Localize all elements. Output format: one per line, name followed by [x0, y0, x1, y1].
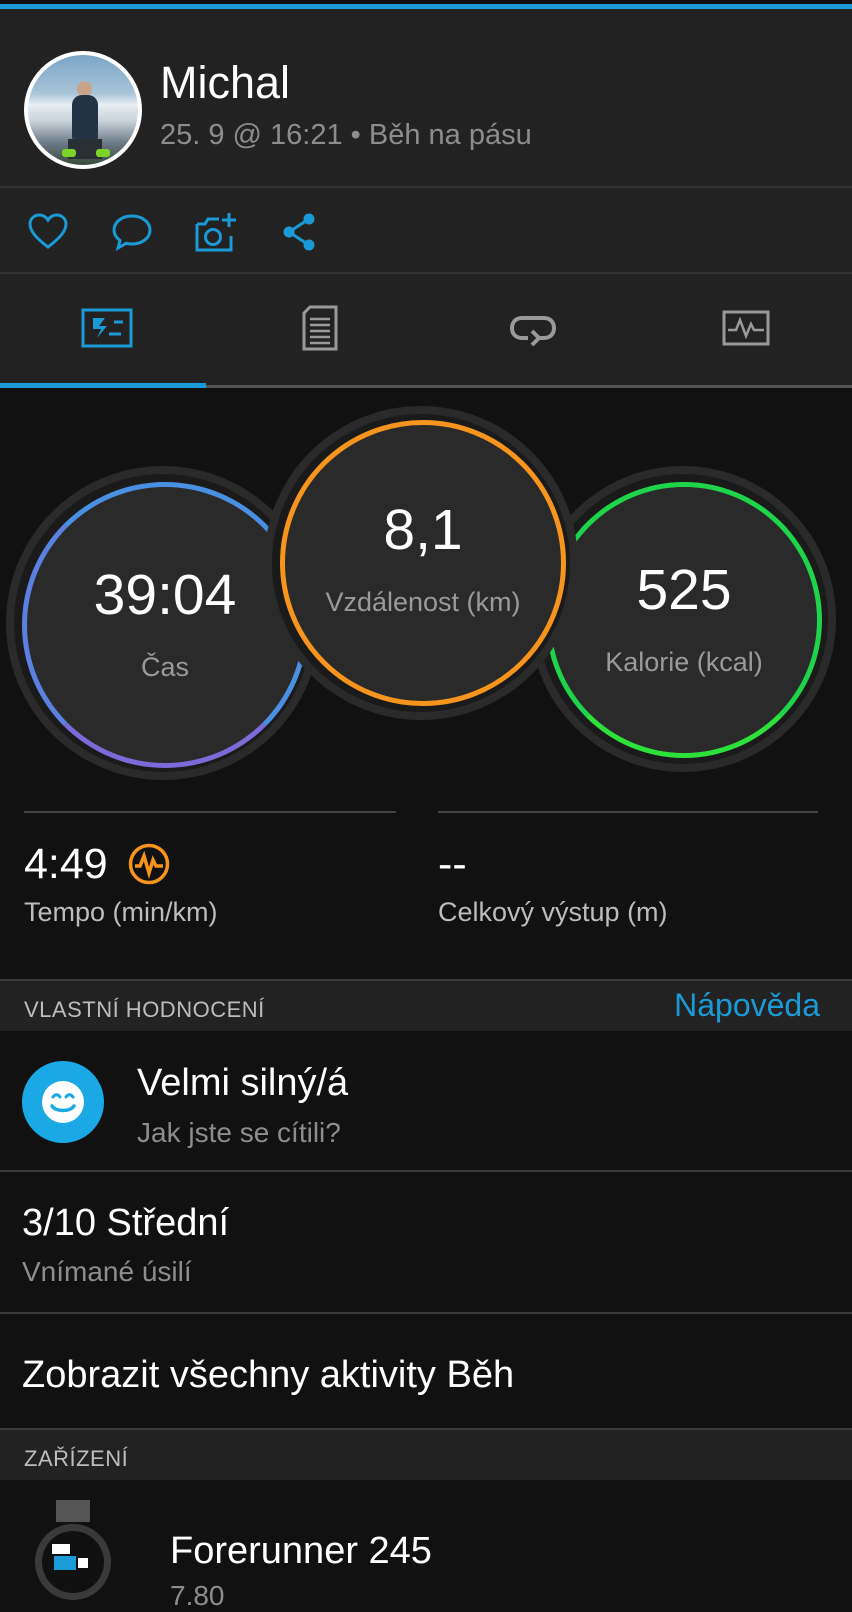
calories-label: Kalorie (kcal) [605, 647, 763, 677]
stat-divider [24, 811, 396, 813]
add-photo-icon[interactable] [193, 210, 239, 256]
time-circle: 39:04 Čas [22, 482, 308, 768]
stat-divider [438, 811, 818, 813]
device-version: 7.80 [170, 1580, 225, 1611]
pace-label: Tempo (min/km) [24, 897, 218, 927]
action-bar [0, 188, 852, 272]
view-all-activities-link[interactable]: Zobrazit všechny aktivity Běh [22, 1354, 514, 1397]
effort-subtitle: Vnímané úsilí [22, 1256, 192, 1287]
ascent-label: Celkový výstup (m) [438, 897, 668, 927]
share-icon[interactable] [278, 210, 324, 256]
tab-charts[interactable] [639, 274, 852, 382]
user-name: Michal [160, 57, 291, 108]
tab-bar [0, 274, 852, 386]
help-link[interactable]: Nápověda [674, 987, 820, 1024]
divider [0, 1312, 852, 1314]
calories-circle: 525 Kalorie (kcal) [546, 482, 822, 758]
tab-overview[interactable] [0, 274, 213, 382]
feeling-title[interactable]: Velmi silný/á [137, 1062, 348, 1105]
tab-laps[interactable] [426, 274, 639, 382]
ascent-value: -- [438, 840, 467, 888]
effort-title[interactable]: 3/10 Střední [22, 1202, 229, 1245]
comment-icon[interactable] [110, 210, 156, 256]
tab-indicator [0, 383, 206, 388]
activity-header: Michal 25. 9 @ 16:21 • Běh na pásu [0, 9, 852, 187]
pace-value: 4:49 [24, 840, 108, 888]
heart-rate-icon[interactable] [127, 842, 171, 891]
document-icon [302, 305, 337, 351]
distance-circle: 8,1 Vzdálenost (km) [280, 420, 566, 706]
heart-icon[interactable] [26, 210, 72, 256]
chart-icon [722, 310, 769, 346]
divider [0, 1170, 852, 1172]
avatar[interactable] [24, 51, 142, 169]
smile-icon[interactable] [22, 1061, 104, 1143]
avatar-shoe [96, 149, 110, 157]
device-section-title: ZAŘÍZENÍ [24, 1446, 129, 1471]
time-label: Čas [140, 652, 189, 682]
time-value: 39:04 [93, 563, 237, 627]
laps-icon [509, 316, 556, 346]
calories-value: 525 [636, 558, 732, 622]
device-name[interactable]: Forerunner 245 [170, 1530, 432, 1573]
feeling-subtitle: Jak jste se cítili? [137, 1117, 341, 1148]
watch-icon [30, 1500, 115, 1600]
distance-value: 8,1 [383, 498, 463, 562]
avatar-shoe [62, 149, 76, 157]
tab-details[interactable] [213, 274, 426, 382]
device-section-header: ZAŘÍZENÍ [0, 1428, 852, 1480]
distance-label: Vzdálenost (km) [325, 587, 521, 617]
activity-meta: 25. 9 @ 16:21 • Běh na pásu [160, 119, 532, 151]
avatar-person-body [72, 95, 98, 141]
self-eval-section-header: VLASTNÍ HODNOCENÍ Nápověda [0, 979, 852, 1031]
self-eval-title: VLASTNÍ HODNOCENÍ [24, 997, 265, 1022]
overview-icon [81, 308, 132, 348]
